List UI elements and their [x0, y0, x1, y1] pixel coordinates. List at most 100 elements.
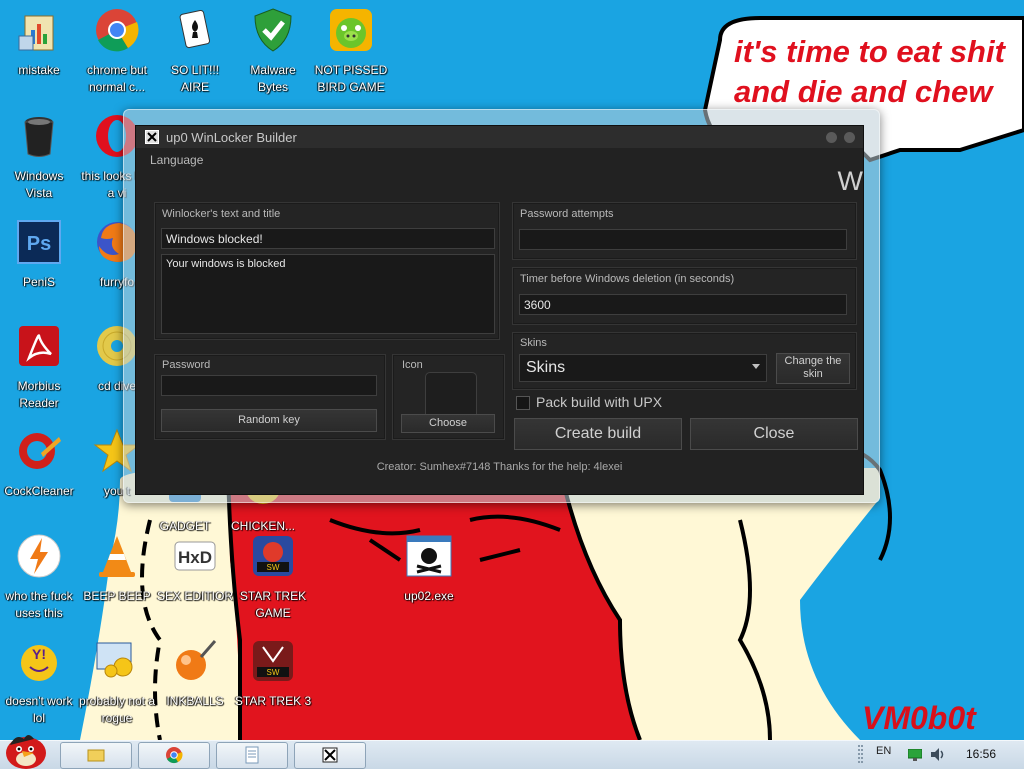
window-title-input[interactable]	[161, 228, 495, 249]
desktop-icon[interactable]: Windows Vista	[0, 112, 78, 202]
desktop-icon[interactable]: SW STAR TREK 3	[234, 637, 312, 710]
desktop-icon-label: INKBALLS	[166, 694, 224, 708]
desktop-icon[interactable]: Malware Bytes	[234, 6, 312, 96]
desktop-icon-label: PeniS	[22, 275, 56, 289]
desktop-icon-label: probably not a rogue	[78, 694, 156, 725]
start-button[interactable]	[4, 733, 48, 769]
desktop-icon[interactable]: Morbius Reader	[0, 322, 78, 412]
change-skin-button[interactable]: Change the skin	[776, 353, 850, 384]
taskbar-button[interactable]	[294, 742, 366, 769]
inkball-icon	[176, 640, 217, 680]
skins-group: Skins Skins Change the skin	[512, 332, 857, 390]
skull-exe-icon	[406, 535, 452, 577]
desktop-icon-label: who the fuck uses this	[5, 589, 73, 620]
desktop-icon-label: CockCleaner	[4, 484, 74, 498]
password-attempts-input[interactable]	[519, 229, 847, 250]
notepad-icon	[245, 746, 259, 764]
network-icon[interactable]	[908, 749, 922, 761]
desktop-icon[interactable]: INKBALLS	[156, 637, 234, 710]
solitaire-icon	[179, 9, 211, 49]
desktop-icon[interactable]: NOT PISSED BIRD GAME	[312, 6, 390, 96]
taskbar-button[interactable]	[138, 742, 210, 769]
taskbar: EN 16:56	[0, 735, 1024, 769]
desktop-icon[interactable]: Ps PeniS	[0, 218, 78, 291]
desktop-icon-label: chrome but normal c...	[86, 63, 148, 94]
language-label[interactable]: Language	[150, 153, 203, 167]
wallpaper-signature: VM0b0t	[862, 700, 976, 736]
desktop-icon[interactable]: HxD SEX EDITIOR	[156, 532, 234, 605]
icon-label: Icon	[402, 359, 423, 371]
desktop-icon[interactable]: mistake	[0, 6, 78, 79]
desktop-icon-label: CHICKEN...	[230, 519, 295, 533]
timer-group: Timer before Windows deletion (in second…	[512, 267, 857, 325]
svg-text:HxD: HxD	[178, 548, 212, 567]
desktop-icon-label: STAR TREK GAME	[239, 589, 307, 620]
gears-monitor-icon	[96, 642, 133, 678]
password-attempts-group: Password attempts	[512, 202, 857, 260]
window-title: up0 WinLocker Builder	[166, 130, 297, 145]
skins-dropdown[interactable]: Skins	[519, 354, 767, 382]
password-input[interactable]	[161, 375, 377, 396]
desktop-icon[interactable]: SW STAR TREK GAME	[234, 532, 312, 622]
pack-upx-checkbox[interactable]	[516, 396, 530, 410]
password-label: Password	[162, 359, 211, 371]
icon-group: Icon Choose	[392, 354, 505, 440]
desktop-icon-label: Morbius Reader	[17, 379, 61, 410]
chrome-icon	[96, 9, 139, 52]
explorer-icon	[87, 749, 105, 762]
desktop-icon-label: BEEP BEEP	[83, 589, 151, 603]
language-indicator[interactable]: EN	[876, 745, 891, 757]
desktop-icon[interactable]: who the fuck uses this	[0, 532, 78, 622]
desktop-icon[interactable]: BEEP BEEP	[78, 532, 156, 605]
winlocker-icon	[322, 747, 338, 763]
winlocker-text-label: Winlocker's text and title	[162, 208, 281, 220]
clipboard-chart-icon	[18, 15, 54, 51]
password-attempts-label: Password attempts	[520, 208, 614, 220]
footer-credits: Creator: Sumhex#7148 Thanks for the help…	[376, 461, 623, 473]
desktop-icon-label: doesn't work lol	[5, 694, 73, 725]
volume-icon[interactable]	[930, 747, 946, 762]
window-text-area[interactable]: Your windows is blocked	[161, 254, 495, 334]
desktop-icon[interactable]: chrome but normal c...	[78, 6, 156, 96]
desktop-icon[interactable]: CockCleaner	[0, 427, 78, 500]
desktop-icon-label: Malware Bytes	[250, 63, 296, 94]
taskbar-button[interactable]	[216, 742, 288, 769]
close-button[interactable]: Close	[690, 418, 858, 450]
minimize-button[interactable]	[826, 132, 837, 143]
desktop-icon-label: GADGET	[159, 519, 211, 533]
hxd-icon: HxD	[174, 541, 216, 571]
timer-input[interactable]	[519, 294, 847, 315]
winlocker-builder-window: up0 WinLocker Builder Language W Winlock…	[123, 109, 880, 503]
desktop-icon[interactable]: up02.exe	[390, 532, 468, 605]
desktop-icon[interactable]: probably not a rogue	[78, 637, 156, 727]
desktop-icon-label: Windows Vista	[14, 169, 64, 200]
desktop-icon[interactable]: SO LIT!!! AIRE	[156, 6, 234, 96]
ccleaner-icon	[19, 433, 61, 469]
svg-text:SW: SW	[267, 668, 280, 677]
trash-bin-icon	[24, 117, 54, 157]
pack-upx-label[interactable]: Pack build with UPX	[536, 394, 662, 410]
window-titlebar[interactable]: up0 WinLocker Builder	[136, 126, 863, 148]
random-key-button[interactable]: Random key	[161, 409, 377, 432]
pdf-reader-icon	[19, 326, 59, 366]
avast-icon	[17, 534, 61, 578]
create-build-button[interactable]: Create build	[514, 418, 682, 450]
desktop-icon-label: SEX EDITIOR	[156, 589, 233, 603]
close-window-button[interactable]	[844, 132, 855, 143]
choose-icon-button[interactable]: Choose	[401, 414, 495, 433]
desktop-icon[interactable]: Y! doesn't work lol	[0, 637, 78, 727]
timer-label: Timer before Windows deletion (in second…	[520, 273, 735, 285]
svg-text:Ps: Ps	[27, 233, 51, 255]
app-icon	[145, 130, 159, 144]
taskbar-button[interactable]	[60, 742, 132, 769]
desktop-icon-label: SO LIT!!! AIRE	[170, 63, 219, 94]
photoshop-icon: Ps	[17, 220, 61, 264]
desktop-icon-label: mistake	[18, 63, 60, 77]
clock[interactable]: 16:56	[966, 747, 996, 761]
vlc-cone-icon	[99, 536, 135, 577]
winlocker-text-group: Winlocker's text and title Your windows …	[154, 202, 500, 340]
password-group: Password Random key	[154, 354, 386, 440]
yahoo-messenger-icon: Y!	[21, 645, 57, 681]
green-pig-icon	[330, 9, 372, 51]
star-wars-game-icon: SW	[253, 536, 293, 576]
